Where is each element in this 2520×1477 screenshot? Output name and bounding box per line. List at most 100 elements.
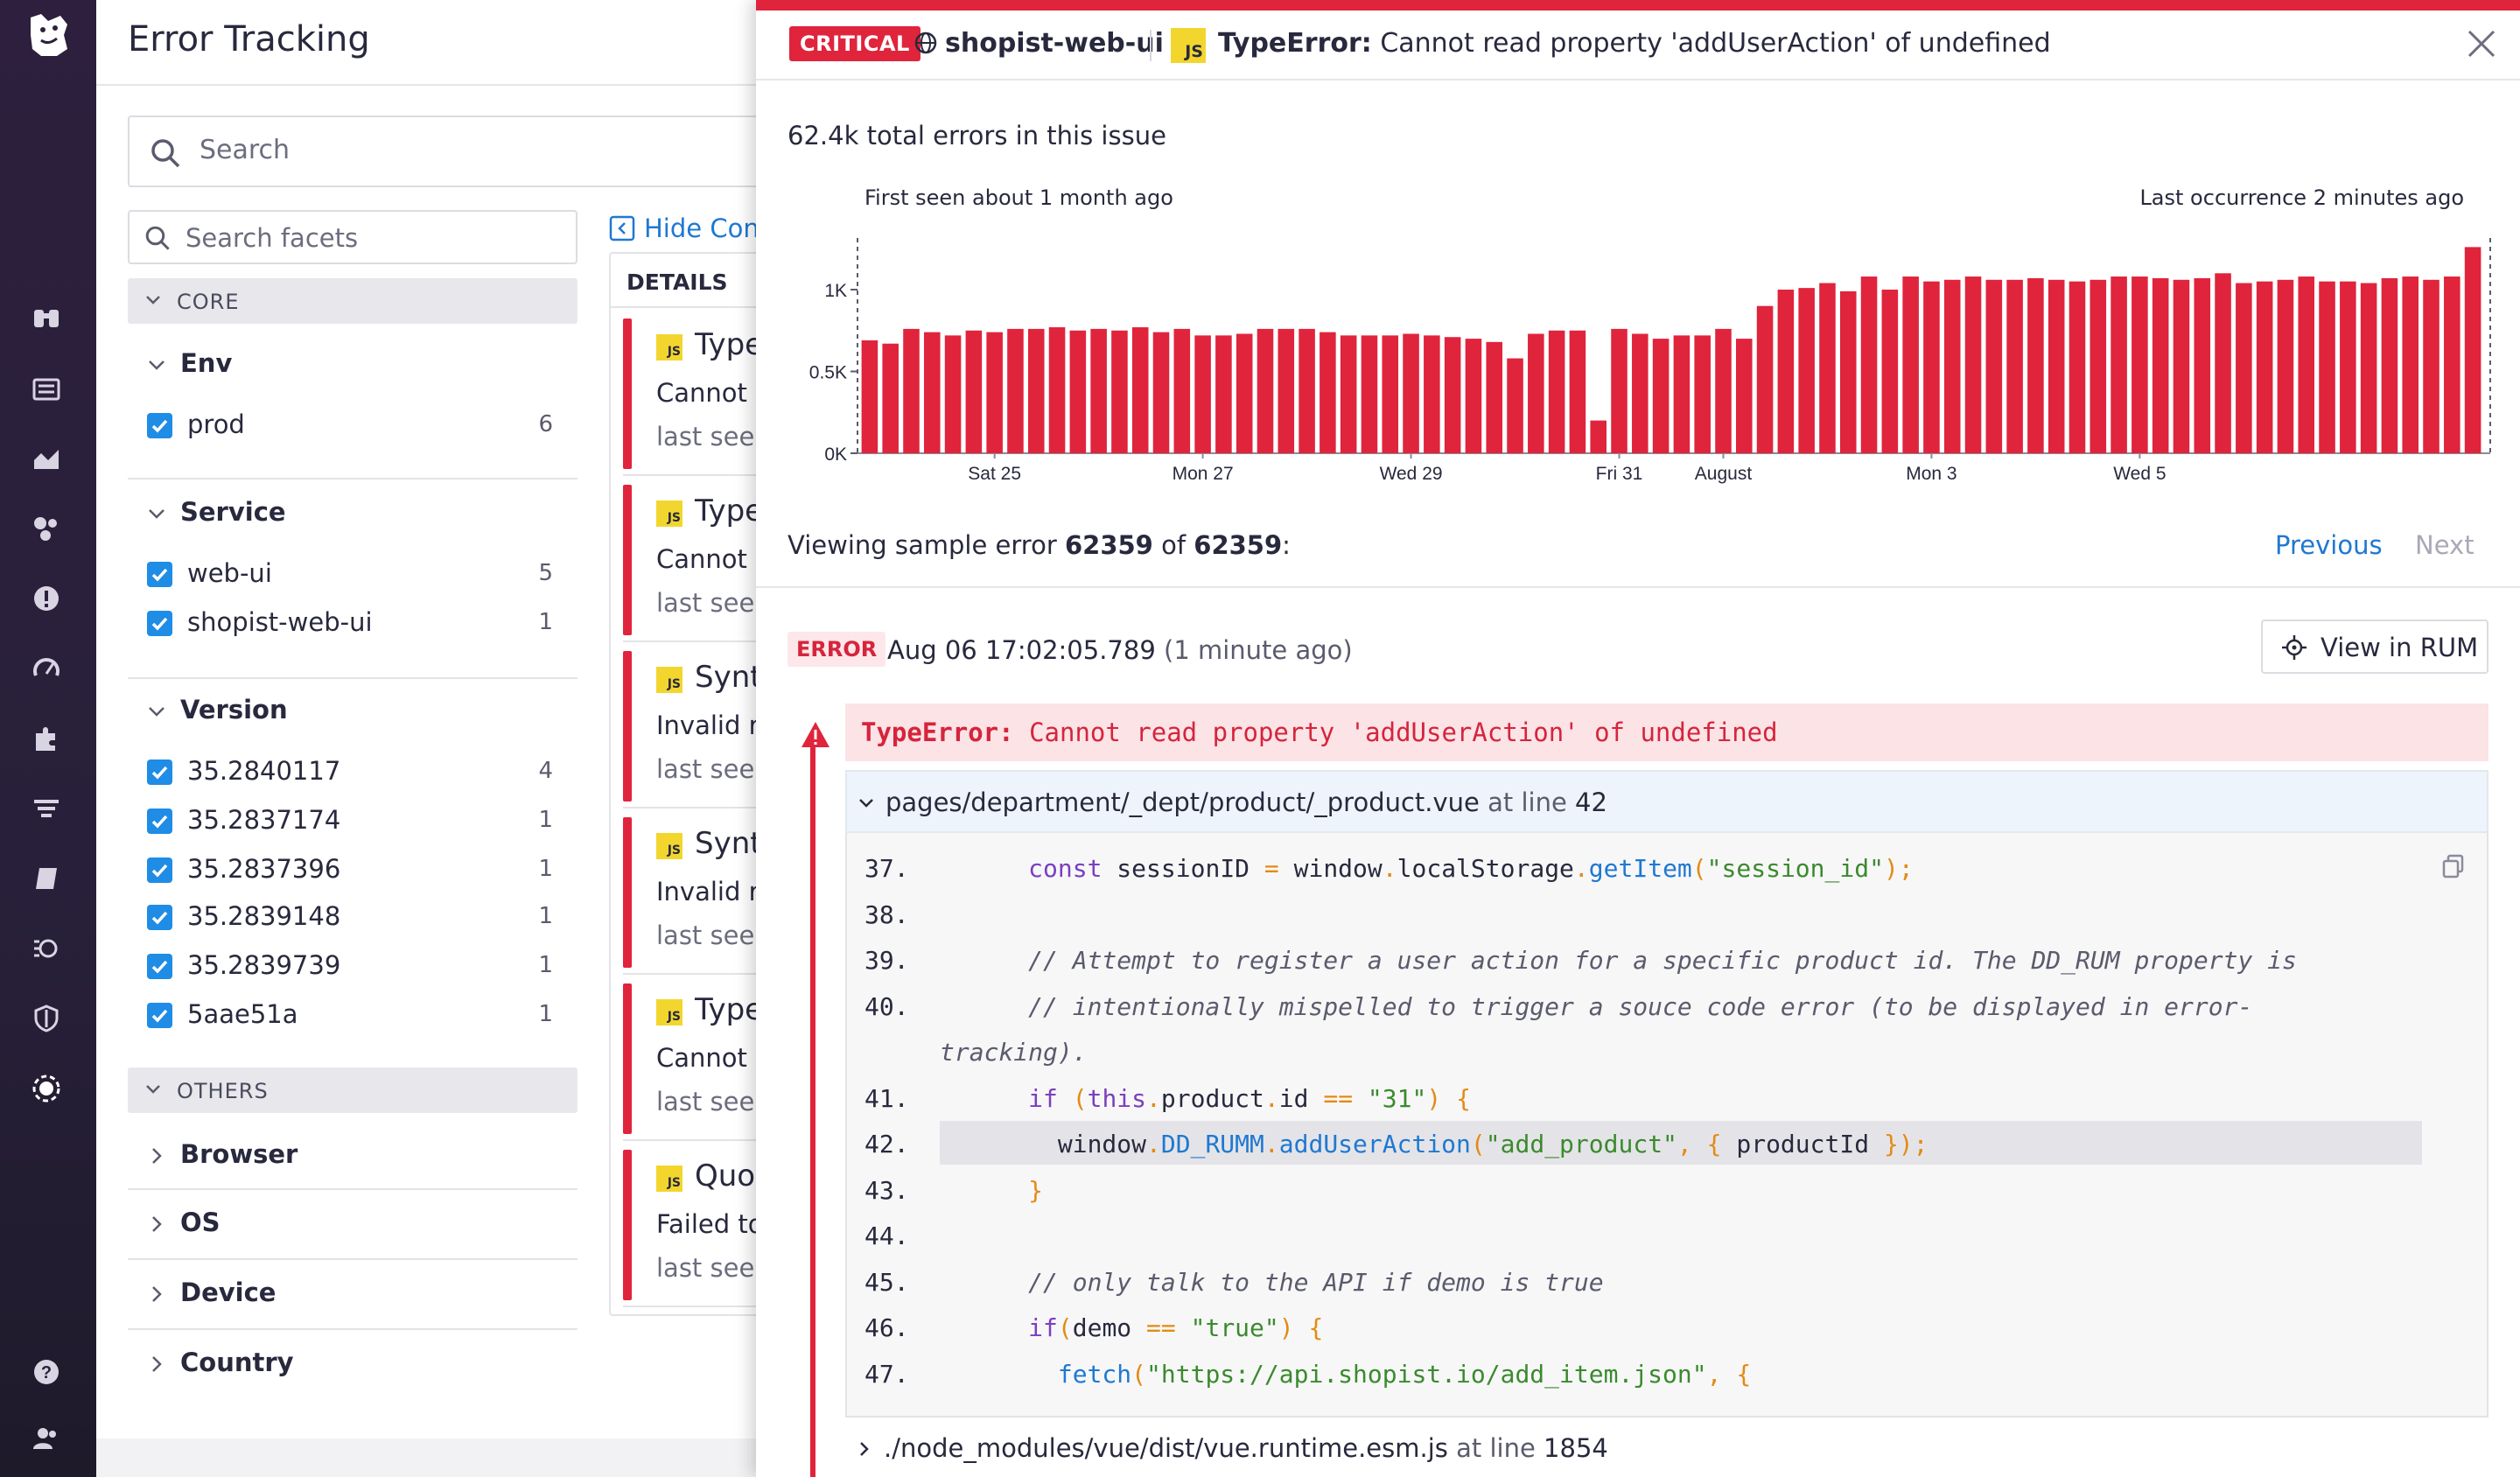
facet-service-title[interactable]: Service <box>145 497 286 527</box>
checkbox[interactable] <box>147 858 172 883</box>
divider <box>128 478 578 480</box>
js-icon: JS <box>656 999 682 1026</box>
line-number: 39. <box>864 946 909 975</box>
severity-bar <box>623 318 632 469</box>
datadog-logo-icon[interactable] <box>22 9 74 61</box>
facet-env-title[interactable]: Env <box>145 348 232 378</box>
facet-os-title[interactable]: OS <box>145 1208 220 1237</box>
checkbox[interactable] <box>147 905 172 930</box>
code-line: 44. <box>847 1213 2490 1256</box>
facet-item-prod[interactable]: prod 6 <box>147 408 578 443</box>
checkbox[interactable] <box>147 808 172 834</box>
alert-icon[interactable] <box>29 581 64 616</box>
section-others[interactable]: OTHERS <box>128 1068 578 1113</box>
error-bar <box>2006 279 2023 453</box>
y-tick-label: 0K <box>824 444 847 465</box>
error-bar <box>1839 290 1857 453</box>
error-bar <box>1194 335 1211 453</box>
chevron-down-icon <box>146 1085 160 1094</box>
help-icon[interactable]: ? <box>29 1354 64 1390</box>
checkbox[interactable] <box>147 954 172 979</box>
severity-bar <box>623 817 632 968</box>
error-bar <box>1403 333 1419 453</box>
error-bar <box>1236 333 1253 453</box>
facet-item-version[interactable]: 35.2837174 1 <box>147 803 578 838</box>
search-input[interactable]: Search <box>128 116 793 187</box>
line-number: 45. <box>864 1267 909 1297</box>
error-bar <box>1027 328 1045 453</box>
page-header: Error Tracking <box>96 0 779 86</box>
security-scan-icon[interactable] <box>29 931 64 966</box>
close-icon[interactable] <box>2462 24 2501 63</box>
error-bar <box>1278 328 1295 453</box>
checkbox[interactable] <box>147 562 172 587</box>
error-bar <box>1382 335 1399 453</box>
left-nav: ? <box>0 0 96 1477</box>
y-tick-label: 1K <box>824 281 847 301</box>
section-core[interactable]: CORE <box>128 278 578 324</box>
facet-item-version[interactable]: 35.2839739 1 <box>147 948 578 984</box>
code-line: 43. } <box>847 1167 2490 1211</box>
separator <box>1150 30 1152 61</box>
facet-country-title[interactable]: Country <box>145 1348 294 1377</box>
logs-icon[interactable] <box>29 791 64 826</box>
puzzle-icon[interactable] <box>29 721 64 756</box>
error-bar <box>2132 276 2148 453</box>
notebook-icon[interactable] <box>29 861 64 896</box>
divider <box>128 1258 578 1260</box>
facet-item-shopist-web-ui[interactable]: shopist-web-ui 1 <box>147 606 578 640</box>
next-button[interactable]: Next <box>2415 530 2474 560</box>
previous-button[interactable]: Previous <box>2275 530 2383 560</box>
error-bar <box>1069 330 1087 453</box>
binoculars-icon[interactable] <box>29 299 64 334</box>
service-name[interactable]: shopist-web-ui <box>914 28 1164 59</box>
facet-search-input[interactable]: Search facets <box>128 210 578 264</box>
line-number: 41. <box>864 1083 909 1113</box>
checkbox[interactable] <box>147 760 172 785</box>
view-in-rum-button[interactable]: View in RUM <box>2261 620 2488 674</box>
stack-frame-header[interactable]: pages/department/_dept/product/_product.… <box>845 770 2488 833</box>
facet-item-version[interactable]: 35.2839148 1 <box>147 900 578 934</box>
error-volume-chart: 0K 0.5K 1K Sat 25 Mon 27 Wed 29 Fri 31 August Mo… <box>809 238 2491 484</box>
error-tracking-icon[interactable] <box>29 1071 64 1106</box>
shield-icon[interactable] <box>29 1001 64 1036</box>
code-line: 40. // intentionally mispelled to trigge… <box>847 984 2490 1027</box>
error-bar <box>2236 283 2252 453</box>
list-icon[interactable] <box>29 371 64 406</box>
section-label: OTHERS <box>177 1079 269 1103</box>
error-bar <box>1528 333 1544 453</box>
error-bar <box>1964 276 1982 453</box>
error-bar <box>1111 330 1128 453</box>
facet-item-version[interactable]: 35.2840117 4 <box>147 754 578 789</box>
error-bar <box>1652 339 1670 453</box>
error-bar <box>2319 281 2335 453</box>
search-icon <box>145 226 170 250</box>
area-chart-icon[interactable] <box>29 441 64 476</box>
severity-bar <box>623 984 632 1134</box>
facet-item-web-ui[interactable]: web-ui 5 <box>147 556 578 592</box>
error-bar <box>1320 332 1336 453</box>
checkbox[interactable] <box>147 413 172 438</box>
facet-device-title[interactable]: Device <box>145 1278 276 1307</box>
stack-frame-header[interactable]: ./node_modules/vue/dist/vue.runtime.esm.… <box>845 1424 2488 1477</box>
line-source: } <box>1028 1175 1044 1205</box>
line-source: tracking). <box>940 1038 1088 1067</box>
gauge-icon[interactable] <box>29 651 64 686</box>
error-bar <box>1632 333 1648 453</box>
section-label: CORE <box>177 290 240 314</box>
facet-item-version[interactable]: 5aae51a 1 <box>147 998 578 1032</box>
issue-title: TypeError: Cannot read property 'addUser… <box>1218 28 2051 59</box>
facet-browser-title[interactable]: Browser <box>145 1139 298 1169</box>
hexagons-icon[interactable] <box>29 511 64 546</box>
chevron-down-icon <box>859 799 873 808</box>
checkbox[interactable] <box>147 1003 172 1028</box>
globe-icon <box>914 32 937 54</box>
error-bar <box>2027 277 2044 453</box>
line-source: if (this.product.id == "31") { <box>1028 1083 1471 1113</box>
team-icon[interactable] <box>29 1421 64 1456</box>
line-number: 38. <box>864 900 909 929</box>
checkbox[interactable] <box>147 611 172 636</box>
facet-item-version[interactable]: 35.2837396 1 <box>147 852 578 887</box>
code-snippet: 37. const sessionID = window.localStorag… <box>845 833 2488 1418</box>
facet-version-title[interactable]: Version <box>145 695 288 724</box>
